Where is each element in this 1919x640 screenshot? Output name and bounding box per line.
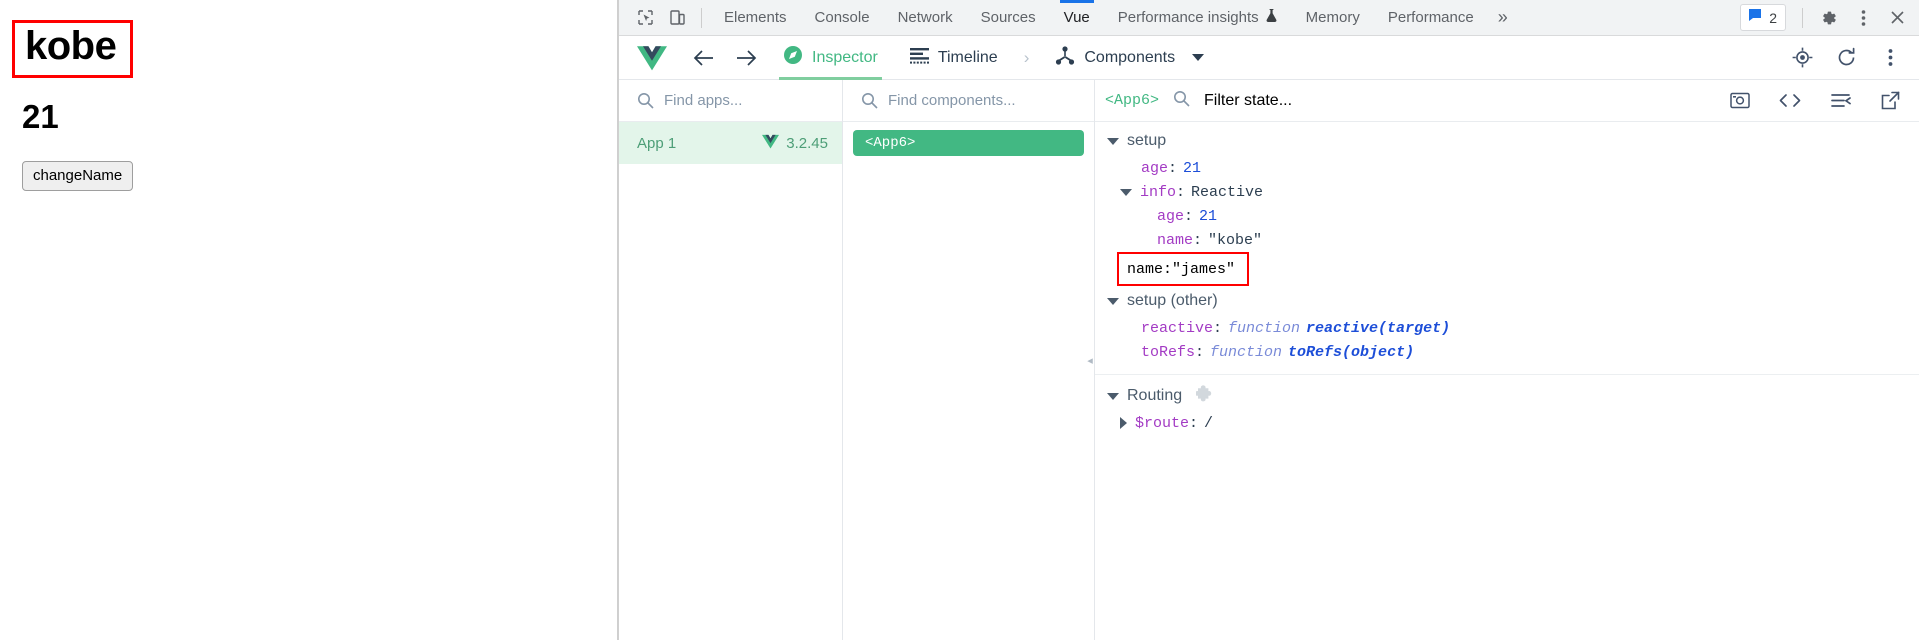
screenshot-icon[interactable]: [1725, 86, 1755, 116]
issues-chip[interactable]: 2: [1740, 4, 1786, 31]
filter-state-placeholder[interactable]: Filter state...: [1204, 92, 1292, 110]
devtools-panel: Elements Console Network Sources Vue Per…: [618, 0, 1919, 640]
tab-elements[interactable]: Elements: [710, 0, 801, 36]
collapse-all-icon[interactable]: [1825, 86, 1855, 116]
state-pane: <App6> Filter state... setup age: 21 in…: [1095, 80, 1919, 640]
triangle-down-icon: [1107, 297, 1119, 305]
inspect-element-icon[interactable]: [629, 3, 661, 33]
state-row-route[interactable]: $route: /: [1095, 411, 1919, 435]
breadcrumb-separator-icon: ›: [1023, 47, 1030, 67]
vue-toolbar-right: [1787, 43, 1905, 73]
timeline-icon: [909, 47, 929, 69]
device-toolbar-icon[interactable]: [661, 3, 693, 33]
tab-performance[interactable]: Performance: [1374, 0, 1488, 36]
close-icon[interactable]: [1881, 3, 1913, 33]
gear-icon[interactable]: [1813, 3, 1845, 33]
component-tree: <App6>: [843, 122, 1094, 156]
state-row-setup-info[interactable]: info: Reactive: [1095, 180, 1919, 204]
toolbar-divider-2: [1802, 7, 1803, 28]
open-external-icon[interactable]: [1875, 86, 1905, 116]
vue-tab-inspector[interactable]: Inspector: [769, 36, 892, 80]
devtools-tabbar: Elements Console Network Sources Vue Per…: [619, 0, 1919, 36]
state-divider: [1095, 374, 1919, 375]
state-group-setup[interactable]: setup: [1095, 126, 1919, 156]
chevron-down-icon[interactable]: [1192, 54, 1205, 61]
components-tree-icon: [1055, 45, 1075, 70]
state-group-setup-other[interactable]: setup (other): [1095, 286, 1919, 316]
state-group-routing[interactable]: Routing: [1095, 381, 1919, 411]
state-row-setup-age[interactable]: age: 21: [1095, 156, 1919, 180]
tab-performance-insights[interactable]: Performance insights: [1104, 0, 1292, 36]
state-tree: setup age: 21 info: Reactive age: 21 nam…: [1095, 122, 1919, 640]
kebab-menu-icon[interactable]: [1847, 3, 1879, 33]
apps-pane: Find apps... App 1 3.2.45: [619, 80, 843, 640]
devtools-toolbar-right: 2: [1734, 3, 1913, 33]
vue-tab-components[interactable]: Components: [1041, 36, 1218, 80]
state-row-reactive[interactable]: reactive: function reactive(target): [1095, 316, 1919, 340]
app-list-item[interactable]: App 1 3.2.45: [619, 122, 842, 164]
page-name-text: kobe: [25, 24, 117, 68]
find-apps-search[interactable]: Find apps...: [619, 80, 842, 122]
screen: kobe 21 changeName Elements Console Netw…: [0, 0, 1919, 640]
tab-vue[interactable]: Vue: [1050, 0, 1104, 36]
triangle-down-icon[interactable]: [1120, 188, 1132, 196]
app-version-text: 3.2.45: [786, 134, 828, 152]
find-components-placeholder: Find components...: [888, 92, 1016, 109]
find-components-search[interactable]: Find components...: [843, 80, 1094, 122]
tab-console[interactable]: Console: [801, 0, 884, 36]
vue-logo-icon: [637, 45, 667, 71]
state-row-setup-name-highlighted[interactable]: name: "james": [1117, 252, 1250, 286]
selected-component-tag: <App6>: [1105, 92, 1160, 109]
find-apps-placeholder: Find apps...: [664, 92, 743, 109]
app-version: 3.2.45: [762, 134, 828, 153]
name-highlight-box: kobe: [12, 20, 134, 78]
state-pane-header: <App6> Filter state...: [1095, 80, 1919, 122]
triangle-down-icon: [1107, 392, 1119, 400]
app-name: App 1: [637, 134, 677, 152]
back-arrow-icon[interactable]: [685, 42, 723, 74]
tab-memory[interactable]: Memory: [1292, 0, 1374, 36]
state-row-info-name[interactable]: name: "kobe": [1095, 228, 1919, 252]
page-age-text: 21: [22, 98, 59, 135]
search-icon: [637, 92, 654, 109]
search-icon: [1173, 90, 1190, 112]
devtools-panes: Find apps... App 1 3.2.45 Find component…: [619, 80, 1919, 640]
issues-message-icon: [1747, 7, 1763, 28]
state-header-actions: [1725, 86, 1905, 116]
search-icon: [861, 92, 878, 109]
tab-network[interactable]: Network: [884, 0, 967, 36]
component-tree-item-app6[interactable]: <App6>: [853, 130, 1084, 156]
triangle-right-icon[interactable]: [1120, 417, 1127, 429]
toolbar-divider: [701, 7, 702, 28]
vue-tab-timeline[interactable]: Timeline: [896, 36, 1012, 80]
vue-logo-icon: [762, 134, 780, 153]
web-page-viewport: kobe 21 changeName: [0, 0, 618, 640]
beaker-icon: [1265, 8, 1278, 27]
change-name-button[interactable]: changeName: [22, 161, 134, 191]
tab-sources[interactable]: Sources: [967, 0, 1050, 36]
puzzle-piece-icon: [1195, 384, 1215, 408]
state-row-torefs[interactable]: toRefs: function toRefs(object): [1095, 340, 1919, 364]
collapse-pane-handle[interactable]: ◂: [1085, 347, 1095, 373]
forward-arrow-icon[interactable]: [727, 42, 765, 74]
issues-count: 2: [1769, 9, 1777, 26]
components-pane: Find components... <App6> ◂: [843, 80, 1095, 640]
target-icon[interactable]: [1787, 43, 1817, 73]
open-in-editor-code-icon[interactable]: [1775, 86, 1805, 116]
vue-devtools-toolbar: Inspector Timeline › Components: [619, 36, 1919, 80]
compass-icon: [783, 45, 803, 70]
triangle-down-icon: [1107, 137, 1119, 145]
kebab-menu-icon[interactable]: [1875, 43, 1905, 73]
state-row-info-age[interactable]: age: 21: [1095, 204, 1919, 228]
refresh-icon[interactable]: [1831, 43, 1861, 73]
devtools-tab-list: Elements Console Network Sources Vue Per…: [710, 0, 1488, 35]
more-tabs-button[interactable]: »: [1488, 7, 1518, 28]
